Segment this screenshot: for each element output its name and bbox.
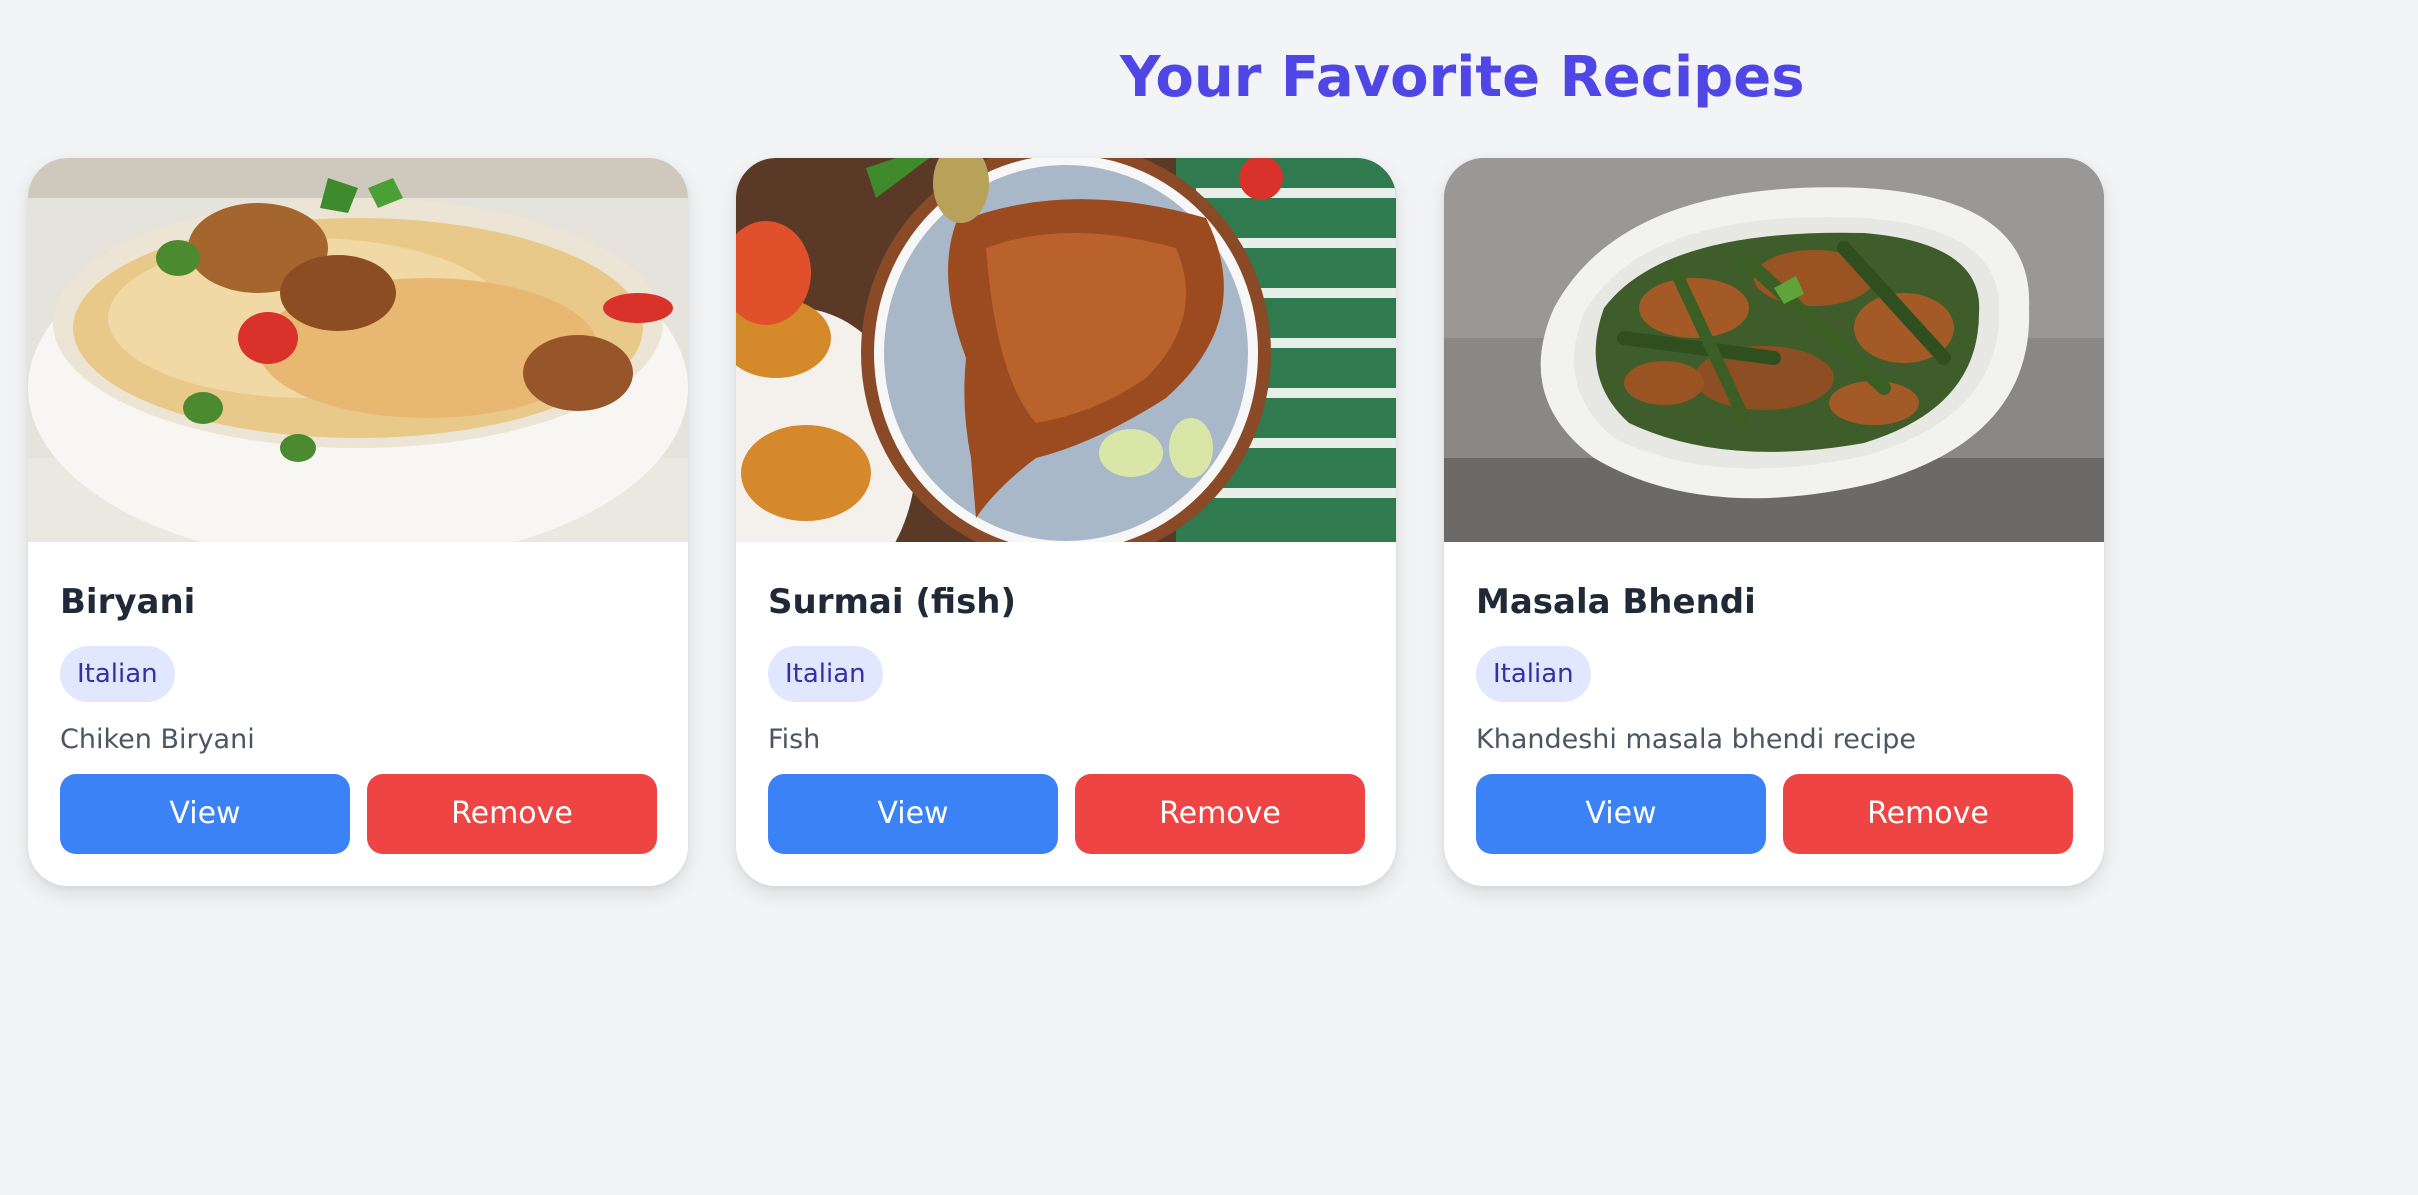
- recipe-title: Surmai (fish): [768, 582, 1017, 622]
- recipe-card: Masala Bhendi Italian Khandeshi masala b…: [1444, 158, 2104, 886]
- recipe-grid: Biryani Italian Chiken Biryani View Remo…: [28, 158, 2104, 886]
- page-title: Your Favorite Recipes: [1120, 45, 1805, 110]
- masala-bhendi-photo-icon: [1444, 158, 2104, 542]
- view-button[interactable]: View: [768, 774, 1058, 854]
- recipe-image: [28, 158, 688, 542]
- cuisine-tag: Italian: [1476, 646, 1591, 702]
- recipe-title: Biryani: [60, 582, 196, 622]
- cuisine-tag: Italian: [60, 646, 175, 702]
- recipe-description: Khandeshi masala bhendi recipe: [1476, 724, 1916, 755]
- recipe-description: Chiken Biryani: [60, 724, 255, 755]
- recipe-description: Fish: [768, 724, 821, 755]
- recipe-actions: View Remove: [768, 774, 1365, 854]
- view-button[interactable]: View: [60, 774, 350, 854]
- view-button[interactable]: View: [1476, 774, 1766, 854]
- recipe-actions: View Remove: [1476, 774, 2073, 854]
- remove-button[interactable]: Remove: [1075, 774, 1365, 854]
- remove-button[interactable]: Remove: [1783, 774, 2073, 854]
- surmai-fish-photo-icon: [736, 158, 1396, 542]
- recipe-card: Surmai (fish) Italian Fish View Remove: [736, 158, 1396, 886]
- recipe-card: Biryani Italian Chiken Biryani View Remo…: [28, 158, 688, 886]
- biryani-photo-icon: [28, 158, 688, 542]
- remove-button[interactable]: Remove: [367, 774, 657, 854]
- page-header: Your Favorite Recipes: [1120, 38, 1805, 118]
- recipe-title: Masala Bhendi: [1476, 582, 1756, 622]
- cuisine-tag: Italian: [768, 646, 883, 702]
- recipe-actions: View Remove: [60, 774, 657, 854]
- recipe-image: [1444, 158, 2104, 542]
- recipe-image: [736, 158, 1396, 542]
